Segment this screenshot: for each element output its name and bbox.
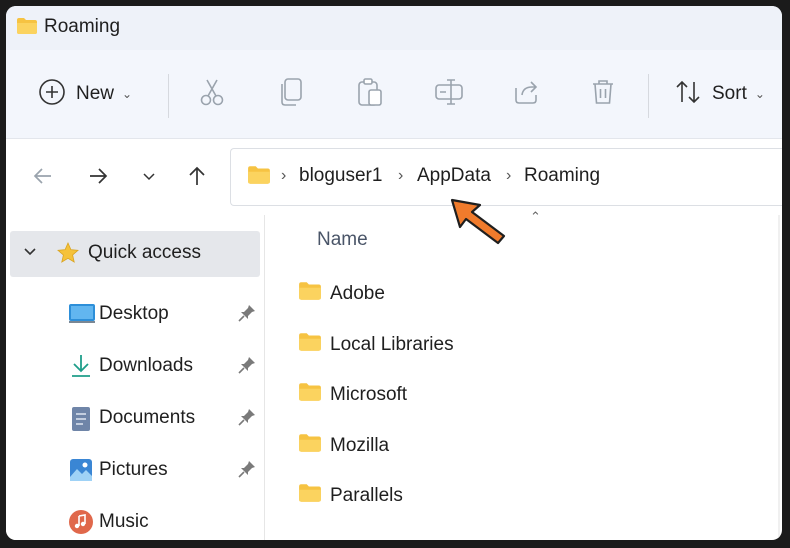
- command-bar: New ⌄ Sort ⌄: [6, 50, 782, 139]
- share-icon: [512, 78, 540, 111]
- column-divider: [778, 215, 780, 540]
- share-button[interactable]: [512, 50, 540, 138]
- sidebar-item-documents[interactable]: Documents: [6, 396, 264, 442]
- file-name: Mozilla: [330, 435, 390, 456]
- paste-button[interactable]: [356, 50, 384, 138]
- sidebar-item-label: Quick access: [88, 242, 201, 263]
- folder-icon: [16, 17, 38, 40]
- folder-icon: [298, 483, 322, 508]
- rename-icon: [434, 78, 464, 111]
- chevron-down-icon: ⌄: [754, 87, 765, 101]
- sort-icon: [674, 78, 702, 111]
- file-explorer-window: Roaming New ⌄ Sort ⌄ › bloguser1 › AppDa…: [6, 6, 782, 540]
- sort-button-label: Sort: [712, 83, 747, 104]
- file-name: Parallels: [330, 485, 403, 506]
- sidebar-item-downloads[interactable]: Downloads: [6, 344, 264, 390]
- copy-icon: [278, 77, 304, 112]
- sidebar-item-label: Documents: [99, 407, 196, 428]
- up-button[interactable]: [180, 159, 214, 193]
- download-icon: [68, 353, 94, 384]
- delete-icon: [590, 78, 616, 111]
- paste-icon: [356, 77, 384, 112]
- cut-icon: [198, 77, 226, 112]
- rename-button[interactable]: [434, 50, 464, 138]
- chevron-down-icon: ⌄: [122, 87, 133, 101]
- pin-icon[interactable]: [238, 356, 256, 379]
- sidebar-item-label: Desktop: [99, 303, 169, 324]
- file-name: Local Libraries: [330, 334, 454, 355]
- file-name: Microsoft: [330, 384, 408, 405]
- chevron-right-icon: ›: [281, 167, 287, 184]
- back-button[interactable]: [26, 159, 60, 193]
- pictures-icon: [68, 457, 94, 488]
- breadcrumb-bloguser1[interactable]: bloguser1: [299, 165, 382, 187]
- sidebar-item-pictures[interactable]: Pictures: [6, 448, 264, 494]
- list-item-mozilla[interactable]: Mozilla: [265, 423, 775, 467]
- chevron-down-icon: [143, 173, 155, 181]
- pin-icon[interactable]: [238, 460, 256, 483]
- sidebar-item-label: Pictures: [99, 459, 168, 480]
- folder-icon: [298, 332, 322, 357]
- copy-button[interactable]: [278, 50, 304, 138]
- file-name: Adobe: [330, 283, 385, 304]
- breadcrumb-roaming[interactable]: Roaming: [524, 165, 600, 187]
- pin-icon[interactable]: [238, 408, 256, 431]
- sidebar-item-music[interactable]: Music: [6, 500, 264, 540]
- sort-ascending-icon: ⌃: [530, 209, 541, 224]
- toolbar-divider: [168, 74, 169, 118]
- sidebar-item-label: Downloads: [99, 355, 193, 376]
- folder-icon: [298, 433, 322, 458]
- chevron-down-icon: [22, 244, 38, 265]
- cut-button[interactable]: [198, 50, 226, 138]
- title-bar: Roaming: [6, 6, 782, 50]
- chevron-right-icon: ›: [398, 167, 404, 184]
- new-button[interactable]: New ⌄: [38, 50, 132, 138]
- sidebar-item-quick-access[interactable]: Quick access: [10, 231, 260, 277]
- forward-button[interactable]: [81, 159, 115, 193]
- recent-locations-button[interactable]: [132, 159, 166, 193]
- folder-icon: [298, 281, 322, 306]
- sidebar-item-desktop[interactable]: Desktop: [6, 292, 264, 338]
- window-title: Roaming: [44, 16, 121, 37]
- arrow-up-icon: [189, 166, 205, 185]
- desktop-icon: [68, 301, 96, 330]
- arrow-right-icon: [90, 168, 108, 184]
- file-list: ⌃ Name Adobe Local Libraries Microsoft M…: [265, 209, 782, 540]
- folder-icon: [247, 165, 271, 190]
- list-item-adobe[interactable]: Adobe: [265, 271, 775, 315]
- star-icon: [56, 241, 80, 270]
- music-icon: [68, 509, 94, 540]
- pin-icon[interactable]: [238, 304, 256, 327]
- sort-button[interactable]: Sort ⌄: [674, 50, 765, 138]
- navigation-bar: › bloguser1 › AppData › Roaming: [6, 139, 782, 215]
- plus-circle-icon: [38, 78, 66, 111]
- arrow-left-icon: [33, 168, 51, 184]
- delete-button[interactable]: [590, 50, 616, 138]
- list-item-local-libraries[interactable]: Local Libraries: [265, 322, 775, 366]
- column-header-name[interactable]: Name: [317, 229, 368, 251]
- breadcrumb-appdata[interactable]: AppData: [417, 165, 491, 187]
- pointer-arrow-icon: [450, 198, 506, 245]
- documents-icon: [68, 405, 94, 438]
- list-item-parallels[interactable]: Parallels: [265, 473, 775, 517]
- new-button-label: New: [76, 83, 115, 104]
- folder-icon: [298, 382, 322, 407]
- sidebar-item-label: Music: [99, 511, 149, 532]
- navigation-pane: Quick access Desktop Downloads Documents…: [6, 215, 265, 540]
- chevron-right-icon: ›: [506, 167, 512, 184]
- list-item-microsoft[interactable]: Microsoft: [265, 372, 775, 416]
- toolbar-divider: [648, 74, 649, 118]
